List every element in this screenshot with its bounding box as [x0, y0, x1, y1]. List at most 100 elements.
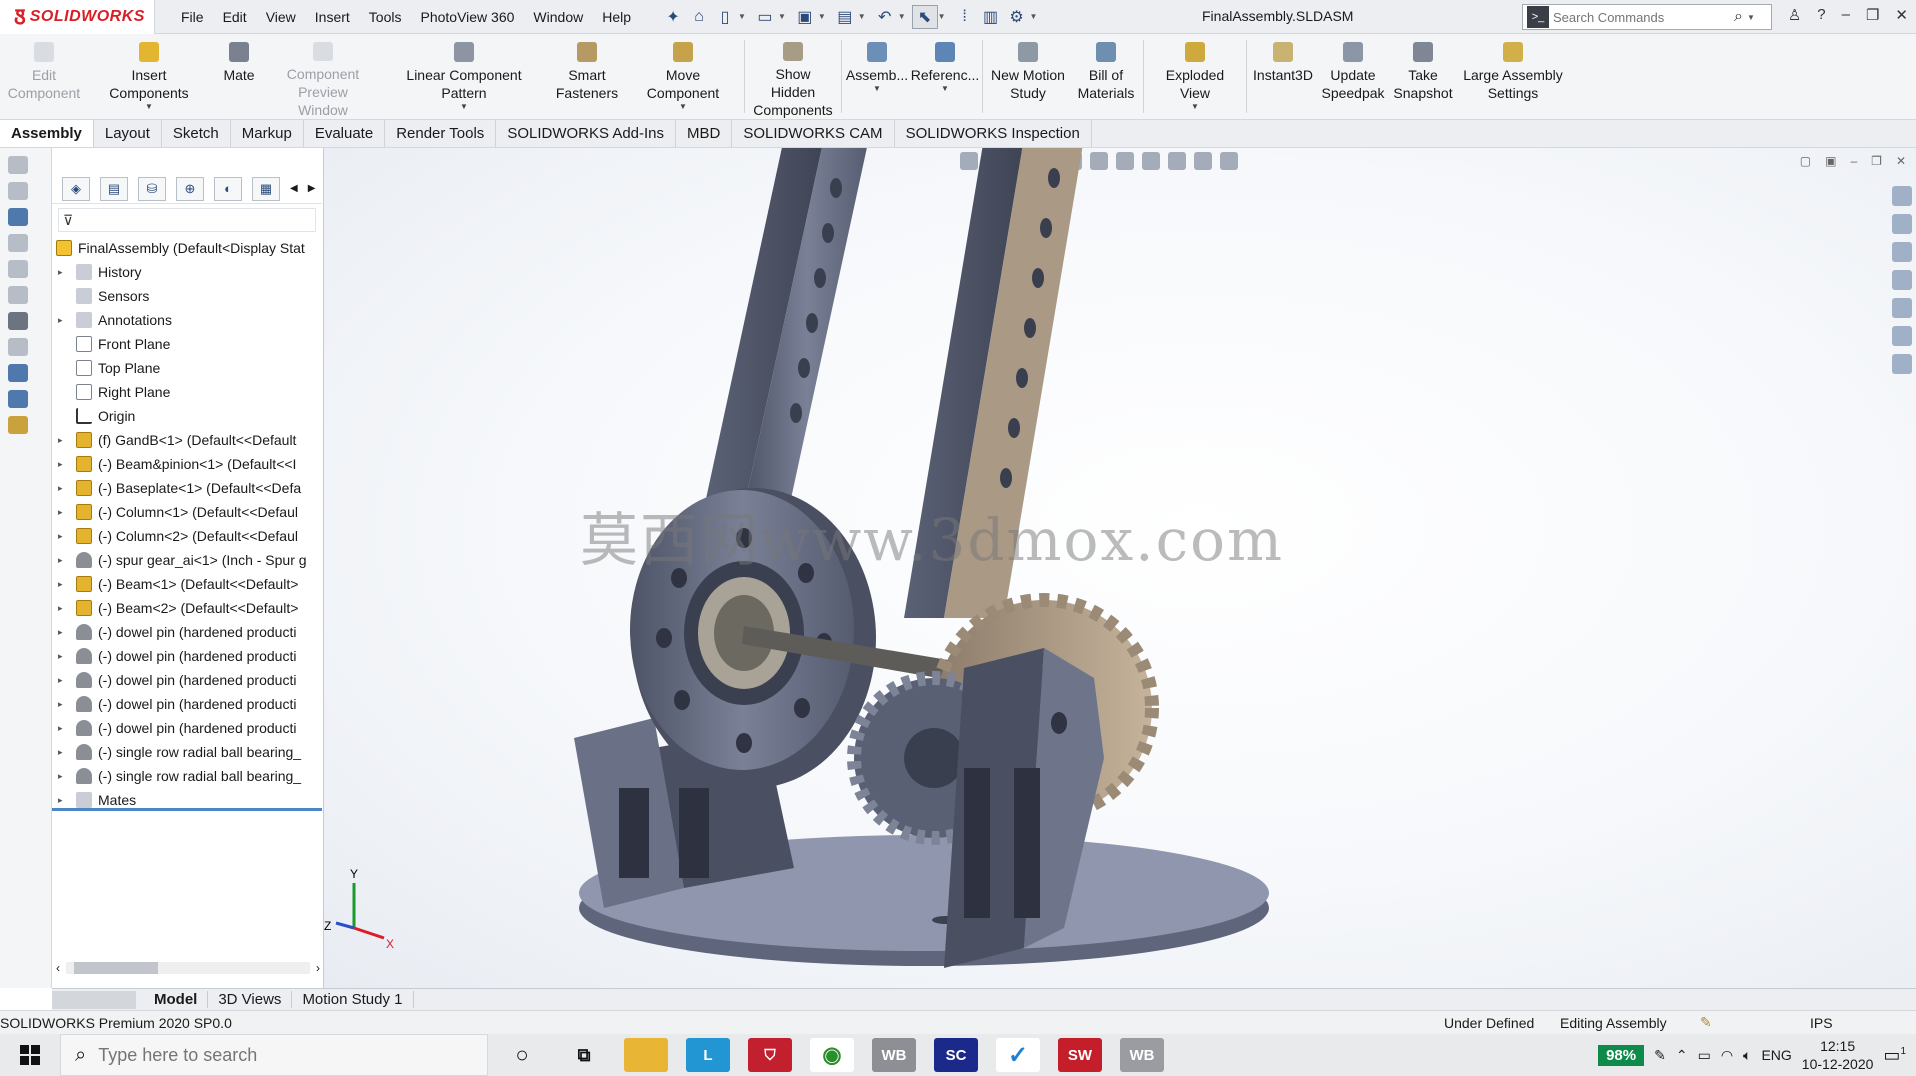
tab-cam[interactable]: SOLIDWORKS CAM: [732, 120, 895, 147]
reference-geometry-button[interactable]: Referenc... ▼: [910, 34, 980, 119]
horizontal-scrollbar[interactable]: ‹ ›: [56, 960, 320, 976]
tab-mbd[interactable]: MBD: [676, 120, 733, 147]
chrome-icon[interactable]: ◉: [810, 1038, 854, 1072]
rollback-bar[interactable]: [52, 808, 322, 811]
tree-item[interactable]: ▸ (-) single row radial ball bearing_: [52, 740, 322, 764]
tab-model[interactable]: Model: [144, 991, 209, 1008]
expand-chevron-icon[interactable]: ▸: [58, 795, 70, 806]
wifi-icon[interactable]: ◠: [1721, 1047, 1733, 1064]
tab-addins[interactable]: SOLIDWORKS Add-Ins: [496, 120, 677, 147]
save-dropdown-icon[interactable]: ▼: [818, 12, 826, 21]
tree-item[interactable]: ▸ (-) dowel pin (hardened producti: [52, 644, 322, 668]
exploded-view-button[interactable]: Exploded View ▼: [1146, 34, 1244, 119]
task-view-icon[interactable]: ⧉: [562, 1038, 606, 1072]
move-component-button[interactable]: Move Component ▼: [624, 34, 742, 119]
expand-chevron-icon[interactable]: ▸: [58, 507, 70, 518]
tree-item[interactable]: Right Plane: [52, 380, 322, 404]
tree-item[interactable]: ▸ (-) dowel pin (hardened producti: [52, 620, 322, 644]
taskbar-app-l[interactable]: L: [686, 1038, 730, 1072]
expand-chevron-icon[interactable]: ▸: [58, 627, 70, 638]
taskbar-app-solidworks[interactable]: SW: [1058, 1038, 1102, 1072]
tab-inspection[interactable]: SOLIDWORKS Inspection: [895, 120, 1092, 147]
start-button[interactable]: [0, 1034, 60, 1076]
tab-render-tools[interactable]: Render Tools: [385, 120, 497, 147]
tool-icon[interactable]: [8, 390, 28, 408]
menu-photoview[interactable]: PhotoView 360: [420, 9, 514, 25]
update-speedpak-button[interactable]: Update Speedpak: [1317, 34, 1389, 119]
tree-item[interactable]: Sensors: [52, 284, 322, 308]
pin-icon[interactable]: ✦: [660, 5, 686, 29]
tree-item[interactable]: ▸ (-) single row radial ball bearing_: [52, 764, 322, 788]
battery-icon[interactable]: ▭: [1698, 1047, 1711, 1064]
tool-icon[interactable]: [8, 156, 28, 174]
expand-chevron-icon[interactable]: ▸: [58, 747, 70, 758]
tab-motion-study[interactable]: Motion Study 1: [292, 991, 414, 1008]
ansys-icon[interactable]: ✓: [996, 1038, 1040, 1072]
show-hidden-icons-chevron-icon[interactable]: ⌃: [1676, 1047, 1688, 1064]
print-icon[interactable]: ▤: [832, 5, 858, 29]
user-icon[interactable]: ♙: [1788, 6, 1801, 24]
expand-chevron-icon[interactable]: ▸: [58, 579, 70, 590]
chevron-down-icon[interactable]: ▼: [873, 84, 881, 94]
tool-icon[interactable]: [8, 338, 28, 356]
home-icon[interactable]: ⌂: [686, 5, 712, 29]
tree-item[interactable]: ▸ (-) dowel pin (hardened producti: [52, 668, 322, 692]
new-motion-study-button[interactable]: New Motion Study: [985, 34, 1071, 119]
tab-3d-views[interactable]: 3D Views: [208, 991, 293, 1008]
mcafee-icon[interactable]: ⛉: [748, 1038, 792, 1072]
feature-manager-tab-icon[interactable]: ◈: [62, 176, 90, 201]
clock[interactable]: 12:15 10-12-2020: [1802, 1037, 1874, 1073]
instant3d-button[interactable]: Instant3D: [1249, 34, 1317, 119]
options-dropdown-icon[interactable]: ▼: [1030, 12, 1038, 21]
taskbar-search[interactable]: ⌕: [60, 1034, 488, 1076]
tool-icon[interactable]: [8, 286, 28, 304]
expand-chevron-icon[interactable]: ▸: [58, 771, 70, 782]
tab-layout[interactable]: Layout: [94, 120, 162, 147]
tree-item[interactable]: Origin: [52, 404, 322, 428]
expand-chevron-icon[interactable]: ▸: [58, 675, 70, 686]
search-dropdown-icon[interactable]: ▼: [1747, 13, 1755, 22]
search-commands[interactable]: >_ ⌕ ▼: [1522, 4, 1772, 30]
file-properties-icon[interactable]: ▥: [978, 5, 1004, 29]
tool-icon[interactable]: [8, 260, 28, 278]
tab-evaluate[interactable]: Evaluate: [304, 120, 386, 147]
tree-item[interactable]: ▸ (f) GandB<1> (Default<<Default: [52, 428, 322, 452]
mate-button[interactable]: Mate: [210, 34, 268, 119]
large-assembly-settings-button[interactable]: Large Assembly Settings: [1457, 34, 1569, 119]
tree-item[interactable]: ▸ (-) Column<1> (Default<<Defaul: [52, 500, 322, 524]
tree-item[interactable]: ▸ (-) Beam<2> (Default<<Default>: [52, 596, 322, 620]
property-manager-tab-icon[interactable]: ▤: [100, 176, 128, 201]
expand-chevron-icon[interactable]: ▸: [58, 483, 70, 494]
taskbar-app-wb2[interactable]: WB: [1120, 1038, 1164, 1072]
smart-fasteners-button[interactable]: Smart Fasteners: [550, 34, 624, 119]
chevron-down-icon[interactable]: ▼: [679, 102, 687, 112]
expand-chevron-icon[interactable]: ▸: [58, 531, 70, 542]
assembly-features-button[interactable]: Assemb... ▼: [844, 34, 910, 119]
cam-tab-icon[interactable]: ▦: [252, 176, 280, 201]
expand-chevron-icon[interactable]: ▸: [58, 699, 70, 710]
undo-dropdown-icon[interactable]: ▼: [898, 12, 906, 21]
expand-chevron-icon[interactable]: ▸: [58, 723, 70, 734]
traffic-light-icon[interactable]: ⁞: [952, 5, 978, 29]
menu-view[interactable]: View: [266, 9, 296, 25]
component-preview-button[interactable]: Component Preview Window: [268, 34, 378, 119]
bill-of-materials-button[interactable]: Bill of Materials: [1071, 34, 1141, 119]
expand-chevron-icon[interactable]: ▸: [58, 459, 70, 470]
rebuild-icon[interactable]: ✎: [1700, 1014, 1712, 1031]
new-dropdown-icon[interactable]: ▼: [738, 12, 746, 21]
options-gear-icon[interactable]: ⚙: [1004, 5, 1030, 29]
expand-chevron-icon[interactable]: ▸: [58, 555, 70, 566]
tree-item[interactable]: ▸ (-) Beam<1> (Default<<Default>: [52, 572, 322, 596]
chevron-down-icon[interactable]: ▼: [941, 84, 949, 94]
tab-assembly[interactable]: Assembly: [0, 120, 94, 147]
tree-item[interactable]: ▸ (-) dowel pin (hardened producti: [52, 716, 322, 740]
chevron-down-icon[interactable]: ▼: [1191, 102, 1199, 112]
save-icon[interactable]: ▣: [792, 5, 818, 29]
minimize-icon[interactable]: –: [1842, 6, 1850, 24]
search-icon[interactable]: ⌕: [1734, 8, 1743, 26]
print-dropdown-icon[interactable]: ▼: [858, 12, 866, 21]
tree-item[interactable]: ▸ (-) Column<2> (Default<<Defaul: [52, 524, 322, 548]
notifications-icon[interactable]: ▭1: [1883, 1045, 1906, 1066]
edit-component-button[interactable]: Edit Component: [0, 34, 88, 119]
show-hidden-button[interactable]: Show Hidden Components: [747, 34, 839, 119]
